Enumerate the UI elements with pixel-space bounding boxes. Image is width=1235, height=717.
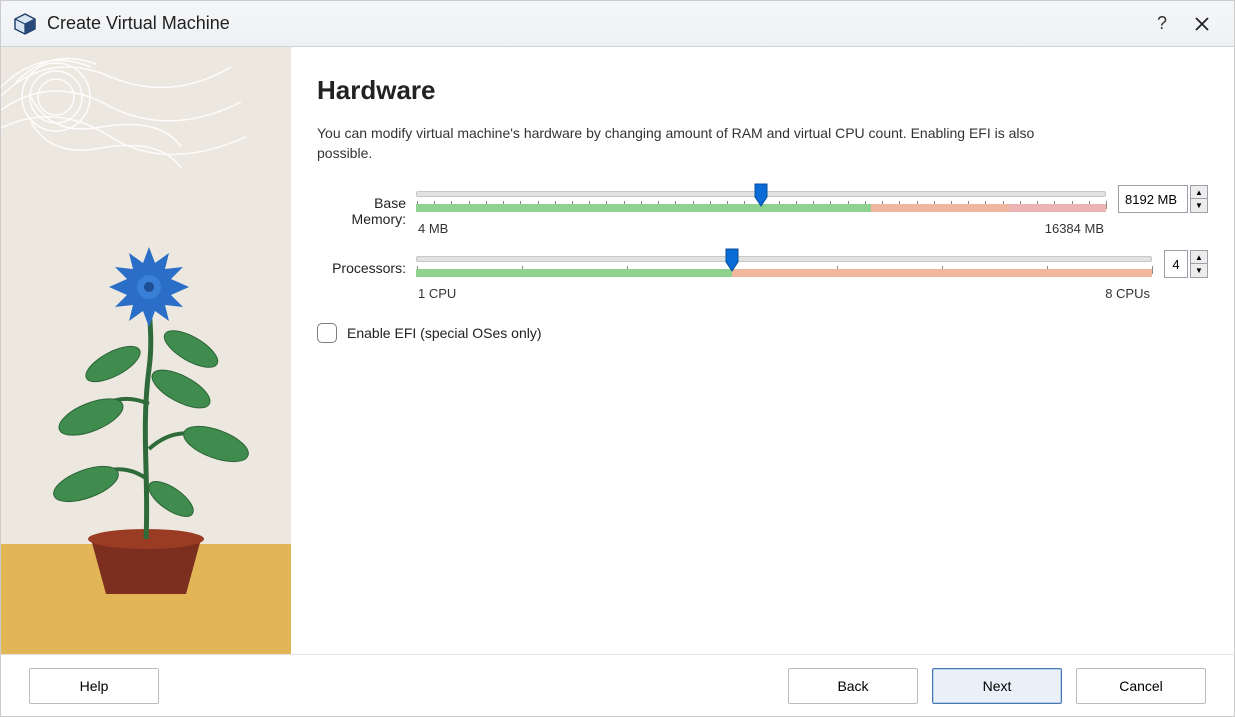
base-memory-spinner: ▲ ▼ [1118,185,1208,213]
processors-input[interactable] [1164,250,1188,278]
base-memory-up[interactable]: ▲ [1191,186,1207,199]
processors-spinner: ▲ ▼ [1164,250,1208,278]
sidebar-illustration [1,47,291,654]
efi-row: Enable EFI (special OSes only) [317,323,1208,343]
processors-slider[interactable] [416,250,1152,280]
window-title: Create Virtual Machine [47,13,230,34]
base-memory-min: 4 MB [418,221,448,236]
processors-max: 8 CPUs [1105,286,1150,301]
base-memory-down[interactable]: ▼ [1191,199,1207,212]
next-button[interactable]: Next [932,668,1062,704]
close-button[interactable] [1182,9,1222,39]
base-memory-slider-thumb[interactable] [754,183,768,207]
page-description: You can modify virtual machine's hardwar… [317,124,1037,163]
back-button[interactable]: Back [788,668,918,704]
processors-up[interactable]: ▲ [1191,251,1207,264]
processors-label: Processors: [317,250,412,276]
plant-icon [31,199,261,599]
efi-checkbox[interactable] [317,323,337,343]
titlebar: Create Virtual Machine ? [1,1,1234,47]
processors-row: Processors: 1 CPU 8 CPUs [317,250,1208,301]
footer: Help Back Next Cancel [1,654,1234,716]
wizard-window: Create Virtual Machine ? [0,0,1235,717]
help-footer-button[interactable]: Help [29,668,159,704]
help-button[interactable]: ? [1142,9,1182,39]
page-heading: Hardware [317,75,1208,106]
base-memory-row: Base Memory: 4 MB 16384 MB [317,185,1208,236]
base-memory-slider[interactable] [416,185,1106,215]
app-icon [13,12,37,36]
base-memory-max: 16384 MB [1045,221,1104,236]
cancel-button[interactable]: Cancel [1076,668,1206,704]
efi-label: Enable EFI (special OSes only) [347,325,542,341]
base-memory-label: Base Memory: [317,185,412,227]
processors-down[interactable]: ▼ [1191,264,1207,277]
content-panel: Hardware You can modify virtual machine'… [291,47,1234,654]
body: Hardware You can modify virtual machine'… [1,47,1234,654]
processors-min: 1 CPU [418,286,456,301]
processors-slider-thumb[interactable] [725,248,739,272]
base-memory-input[interactable] [1118,185,1188,213]
